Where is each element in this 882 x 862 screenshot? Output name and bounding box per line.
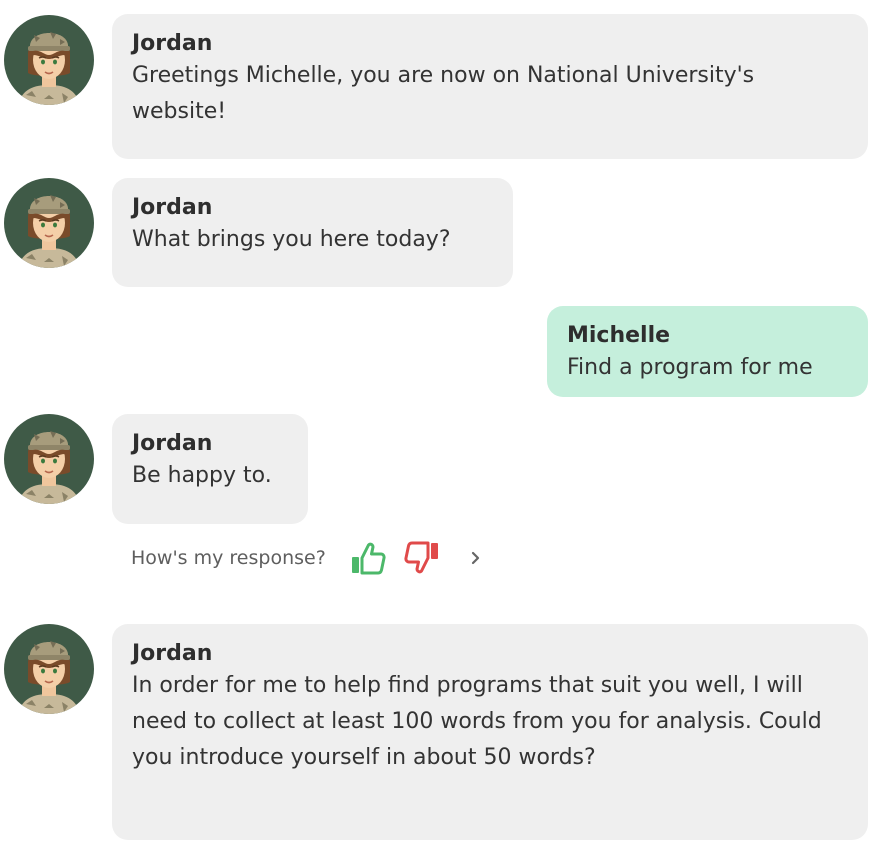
message-text: Find a program for me <box>567 355 813 380</box>
bot-avatar <box>4 15 94 105</box>
message-sender: Jordan <box>132 431 213 456</box>
soldier-avatar-icon <box>4 624 94 714</box>
thumbs-down-button[interactable] <box>402 540 442 576</box>
message-sender: Jordan <box>132 31 213 56</box>
response-feedback: How's my response? <box>131 540 486 576</box>
message-text: Greetings Michelle, you are now on Natio… <box>132 63 755 124</box>
bot-message-bubble: Jordan Greetings Michelle, you are now o… <box>112 14 868 159</box>
message-sender: Jordan <box>132 195 213 220</box>
bot-message-bubble: Jordan Be happy to. <box>112 414 308 524</box>
soldier-avatar-icon <box>4 15 94 105</box>
soldier-avatar-icon <box>4 178 94 268</box>
bot-avatar <box>4 414 94 504</box>
message-sender: Jordan <box>132 641 213 666</box>
thumbs-up-button[interactable] <box>348 540 388 576</box>
thumbs-down-icon <box>404 541 438 574</box>
bot-avatar <box>4 624 94 714</box>
user-message-bubble: Michelle Find a program for me <box>547 306 868 397</box>
message-text: What brings you here today? <box>132 227 451 252</box>
thumbs-up-icon <box>351 542 386 575</box>
bot-avatar <box>4 178 94 268</box>
message-text: In order for me to help find programs th… <box>132 673 822 770</box>
bot-message-bubble: Jordan In order for me to help find prog… <box>112 624 868 840</box>
soldier-avatar-icon <box>4 414 94 504</box>
chevron-right-icon <box>471 551 479 565</box>
message-sender: Michelle <box>567 323 671 348</box>
bot-message-bubble: Jordan What brings you here today? <box>112 178 513 287</box>
more-options-button[interactable] <box>466 540 486 576</box>
feedback-prompt: How's my response? <box>131 547 326 569</box>
message-text: Be happy to. <box>132 463 272 488</box>
